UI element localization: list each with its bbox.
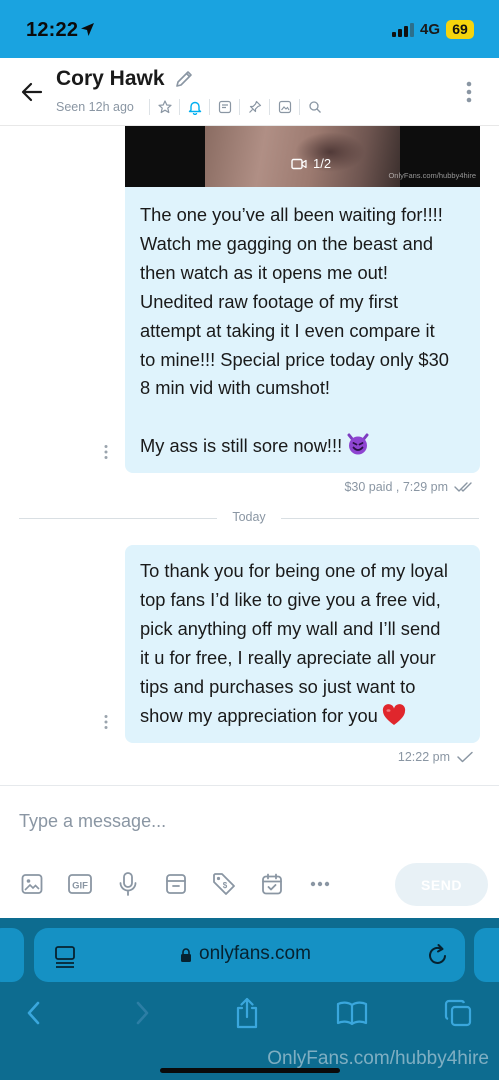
message-line: to mine!!! Special price today only $30 xyxy=(140,348,449,370)
reload-icon[interactable] xyxy=(426,942,450,968)
message-paid-time: $30 paid , 7:29 pm xyxy=(344,480,448,494)
message-options-icon[interactable] xyxy=(103,714,109,730)
pin-icon[interactable] xyxy=(246,99,263,116)
message-line: The one you’ve all been waiting for!!!! xyxy=(140,204,443,225)
red-heart-emoji-icon xyxy=(382,703,405,725)
message-bubble: The one you’ve all been waiting for!!!! … xyxy=(125,187,480,473)
message-input[interactable] xyxy=(19,806,479,836)
message-line: attempt at taking it I even compare it xyxy=(140,319,435,341)
message-line: 8 min vid with cumshot! xyxy=(140,377,330,399)
video-watermark: OnlyFans.com/hubby4hire xyxy=(388,171,476,180)
video-preview[interactable]: 1/2 OnlyFans.com/hubby4hire xyxy=(125,126,480,187)
message-line: My ass is still sore now!!! xyxy=(140,435,343,457)
reader-mode-icon[interactable] xyxy=(54,944,76,968)
chat-page: 12:22 4G 69 Cory Hawk Seen 12h ago 1/2 O… xyxy=(0,0,499,1080)
message-line: Unedited raw footage of my first xyxy=(140,290,399,312)
last-seen: Seen 12h ago xyxy=(56,100,134,114)
message-line: then watch as it opens me out! xyxy=(140,261,388,283)
previous-tab[interactable] xyxy=(0,928,24,982)
page-watermark: OnlyFans.com/hubby4hire xyxy=(267,1048,489,1069)
back-arrow-icon[interactable] xyxy=(20,80,44,104)
message-line: tips and purchases so just want to xyxy=(140,675,416,697)
message-bubble: To thank you for being one of my loyal t… xyxy=(125,545,480,743)
message-line: To thank you for being one of my loyal xyxy=(140,560,448,581)
divider xyxy=(239,99,240,115)
browser-forward-icon[interactable] xyxy=(124,995,160,1031)
divider xyxy=(299,99,300,115)
divider-line xyxy=(19,518,217,519)
smiling-devil-emoji-icon xyxy=(347,433,369,455)
message-last-line: My ass is still sore now!!! xyxy=(140,432,466,461)
microphone-icon[interactable] xyxy=(115,869,141,899)
location-arrow-icon xyxy=(81,23,94,36)
divider xyxy=(209,99,210,115)
video-counter: 1/2 xyxy=(291,156,331,171)
network-type: 4G xyxy=(420,21,441,38)
lock-icon xyxy=(181,948,191,962)
message-time: 12:22 pm xyxy=(397,750,450,764)
message-options-icon[interactable] xyxy=(103,444,109,460)
more-icon[interactable] xyxy=(307,869,333,899)
day-label: Today xyxy=(232,510,266,524)
composer-divider xyxy=(0,785,499,786)
browser-back-icon[interactable] xyxy=(16,995,52,1031)
contact-name[interactable]: Cory Hawk xyxy=(56,67,165,91)
message-meta: $30 paid , 7:29 pm xyxy=(344,480,476,494)
signal-icon xyxy=(392,23,414,37)
search-icon[interactable] xyxy=(306,99,323,116)
note-icon[interactable] xyxy=(216,99,233,116)
url-text[interactable]: onlyfans.com xyxy=(199,943,311,965)
divider-line xyxy=(281,518,479,519)
message-line: it u for free, I really apreciate all yo… xyxy=(140,646,436,668)
gif-icon[interactable]: GIF xyxy=(67,869,93,899)
schedule-icon[interactable] xyxy=(259,869,285,899)
divider xyxy=(179,99,180,115)
tabs-icon[interactable] xyxy=(440,995,476,1031)
bell-icon[interactable] xyxy=(186,99,203,116)
message-line: pick anything off my wall and I’ll send xyxy=(140,617,441,639)
message-line: top fans I’d like to give you a free vid… xyxy=(140,588,441,610)
share-icon[interactable] xyxy=(229,995,265,1031)
video-camera-icon xyxy=(291,158,307,169)
double-check-icon xyxy=(454,482,472,492)
svg-text:$: $ xyxy=(223,881,228,890)
message-meta: 12:22 pm xyxy=(398,750,474,764)
home-indicator xyxy=(160,1068,340,1073)
day-divider: Today xyxy=(19,509,479,527)
star-icon[interactable] xyxy=(156,99,173,116)
message-line: Watch me gagging on the beast and xyxy=(140,232,434,254)
send-button[interactable]: SEND xyxy=(395,863,488,906)
more-options-icon[interactable] xyxy=(465,80,473,104)
message-last-line: show my appreciation for you xyxy=(140,702,470,731)
chat-header: Cory Hawk Seen 12h ago xyxy=(0,58,499,126)
header-toolbar xyxy=(143,98,323,116)
pencil-icon[interactable] xyxy=(174,69,194,89)
gallery-icon[interactable] xyxy=(276,99,293,116)
image-icon[interactable] xyxy=(19,869,45,899)
price-tag-icon[interactable]: $ xyxy=(211,869,237,899)
bookmarks-icon[interactable] xyxy=(334,995,370,1031)
battery-indicator: 69 xyxy=(446,20,474,39)
next-tab[interactable] xyxy=(474,928,499,982)
status-time: 12:22 xyxy=(26,19,79,41)
composer-toolbar: GIF $ xyxy=(19,869,355,899)
check-icon xyxy=(457,751,473,763)
video-counter-text: 1/2 xyxy=(313,156,332,171)
divider xyxy=(269,99,270,115)
message-line: show my appreciation for you xyxy=(140,704,378,726)
divider xyxy=(149,99,150,115)
vault-icon[interactable] xyxy=(163,869,189,899)
status-bar: 12:22 4G 69 xyxy=(0,0,499,58)
svg-text:GIF: GIF xyxy=(72,881,88,892)
